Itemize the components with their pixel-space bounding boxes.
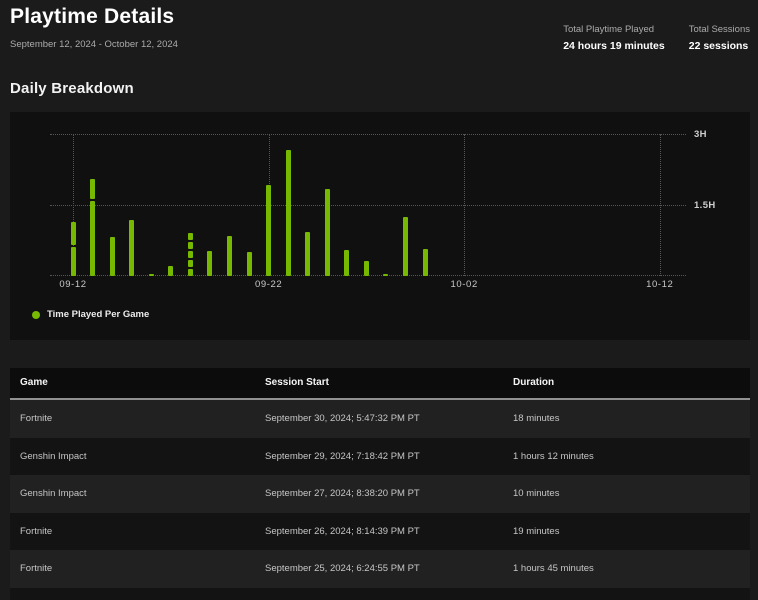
playtime-bar-segment (188, 242, 193, 249)
total-playtime-stat: Total Playtime Played 24 hours 19 minute… (563, 24, 665, 52)
summary-stats: Total Playtime Played 24 hours 19 minute… (563, 24, 750, 52)
x-axis-tick-label: 10-12 (638, 279, 682, 290)
table-header-row: Game Session Start Duration (10, 368, 750, 398)
x-axis-tick-label: 10-02 (442, 279, 486, 290)
playtime-bar-segment (266, 185, 271, 276)
playtime-bar-09-18[interactable] (188, 233, 193, 276)
playtime-bar-segment (129, 220, 134, 276)
playtime-bar-segment (188, 233, 193, 240)
playtime-bar-segment (90, 201, 95, 276)
x-gridline (464, 134, 465, 276)
playtime-bar-09-19[interactable] (207, 251, 212, 276)
playtime-bar-segment (325, 189, 330, 276)
table-row-partial (10, 588, 750, 600)
cell-game: Fortnite (20, 400, 52, 438)
x-axis-tick-label: 09-12 (51, 279, 95, 290)
date-range: September 12, 2024 - October 12, 2024 (10, 39, 178, 50)
chart-legend: Time Played Per Game (32, 309, 149, 320)
cell-duration: 1 hours 45 minutes (513, 550, 594, 588)
playtime-bar-segment (168, 266, 173, 276)
cell-session-start: September 26, 2024; 8:14:39 PM PT (265, 513, 420, 551)
playtime-bar-09-13[interactable] (90, 179, 95, 276)
daily-breakdown-chart: Time Played Per Game 3H 1.5H 09-12 09-22 10-… (10, 112, 750, 340)
page-title: Playtime Details (10, 5, 174, 29)
playtime-bar-segment (247, 252, 252, 276)
playtime-bar-segment (286, 150, 291, 276)
table-body: Fortnite September 30, 2024; 5:47:32 PM P… (10, 400, 750, 600)
total-sessions-value: 22 sessions (689, 40, 750, 52)
cell-game: Fortnite (20, 513, 52, 551)
table-row: Genshin Impact September 29, 2024; 7:18:4… (10, 438, 750, 476)
playtime-bar-segment (403, 217, 408, 276)
playtime-bar-segment (207, 251, 212, 276)
cell-session-start: September 29, 2024; 7:18:42 PM PT (265, 438, 420, 476)
column-header-game: Game (20, 368, 48, 398)
y-gridline (50, 134, 686, 135)
playtime-bar-segment (90, 179, 95, 199)
playtime-bar-segment (110, 237, 115, 276)
legend-label: Time Played Per Game (47, 309, 149, 320)
y-gridline (50, 205, 686, 206)
cell-game: Genshin Impact (20, 475, 87, 513)
total-playtime-value: 24 hours 19 minutes (563, 40, 665, 52)
cell-duration: 1 hours 12 minutes (513, 438, 594, 476)
playtime-bar-09-30[interactable] (423, 249, 428, 276)
playtime-bar-segment (188, 260, 193, 267)
total-playtime-label: Total Playtime Played (563, 24, 665, 35)
cell-session-start: September 25, 2024; 6:24:55 PM PT (265, 550, 420, 588)
total-sessions-label: Total Sessions (689, 24, 750, 35)
playtime-bar-09-24[interactable] (305, 232, 310, 276)
playtime-bar-09-26[interactable] (344, 250, 349, 276)
playtime-bar-09-23[interactable] (286, 150, 291, 276)
table-row: Fortnite September 25, 2024; 6:24:55 PM P… (10, 550, 750, 588)
legend-dot-icon (32, 311, 40, 319)
playtime-bar-09-16[interactable] (149, 274, 154, 276)
total-sessions-stat: Total Sessions 22 sessions (689, 24, 750, 52)
playtime-bar-09-22[interactable] (266, 185, 271, 276)
table-row: Fortnite September 26, 2024; 8:14:39 PM P… (10, 513, 750, 551)
playtime-bar-09-28[interactable] (383, 274, 388, 276)
table-row: Fortnite September 30, 2024; 5:47:32 PM P… (10, 400, 750, 438)
playtime-bar-segment (71, 222, 76, 245)
playtime-bar-segment (227, 236, 232, 276)
playtime-bar-09-15[interactable] (129, 220, 134, 276)
playtime-bar-segment (188, 269, 193, 276)
daily-breakdown-heading: Daily Breakdown (10, 80, 134, 97)
cell-duration: 19 minutes (513, 513, 559, 551)
cell-session-start: September 27, 2024; 8:38:20 PM PT (265, 475, 420, 513)
playtime-bar-segment (149, 274, 154, 276)
playtime-bar-09-25[interactable] (325, 189, 330, 276)
playtime-bar-09-29[interactable] (403, 217, 408, 276)
session-table: Game Session Start Duration Fortnite Sept… (10, 368, 750, 600)
cell-game: Genshin Impact (20, 438, 87, 476)
playtime-bar-segment (344, 250, 349, 276)
playtime-bar-09-17[interactable] (168, 266, 173, 276)
playtime-bar-segment (383, 274, 388, 276)
cell-session-start: September 30, 2024; 5:47:32 PM PT (265, 400, 420, 438)
column-header-duration: Duration (513, 368, 554, 398)
playtime-bar-segment (305, 232, 310, 276)
playtime-bar-09-14[interactable] (110, 237, 115, 276)
playtime-bar-09-21[interactable] (247, 252, 252, 276)
cell-duration: 18 minutes (513, 400, 559, 438)
cell-duration: 10 minutes (513, 475, 559, 513)
playtime-bar-09-27[interactable] (364, 261, 369, 277)
playtime-bar-segment (188, 251, 193, 258)
cell-game: Fortnite (20, 550, 52, 588)
x-axis-tick-label: 09-22 (247, 279, 291, 290)
playtime-bar-09-20[interactable] (227, 236, 232, 276)
playtime-bar-09-12[interactable] (71, 222, 76, 276)
playtime-bar-segment (423, 249, 428, 276)
playtime-bar-segment (364, 261, 369, 277)
x-gridline (660, 134, 661, 276)
column-header-session-start: Session Start (265, 368, 329, 398)
y-axis-tick-label: 3H (694, 129, 744, 140)
table-row: Genshin Impact September 27, 2024; 8:38:2… (10, 475, 750, 513)
playtime-bar-segment (71, 247, 76, 276)
y-axis-tick-label: 1.5H (694, 200, 744, 211)
